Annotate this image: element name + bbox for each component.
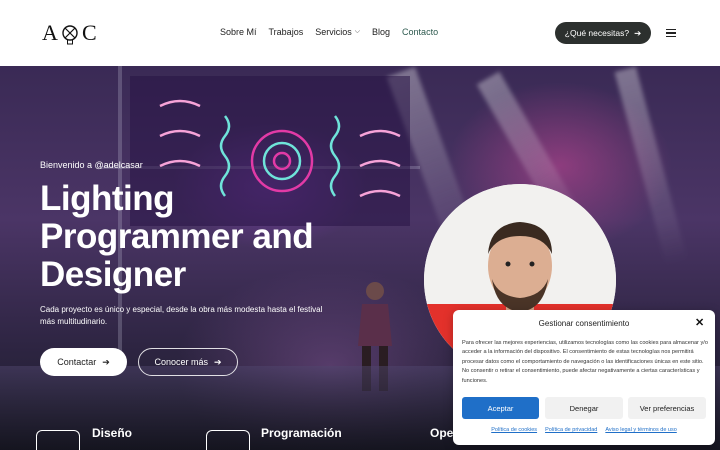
lightbulb-icon	[36, 430, 80, 450]
accept-button[interactable]: Aceptar	[462, 397, 539, 419]
nav-label: Servicios	[315, 27, 352, 37]
arrow-right-icon: ➔	[213, 356, 222, 367]
button-label: Contactar	[57, 357, 97, 367]
nav-label: Contacto	[402, 27, 439, 37]
cta-label: ¿Qué necesitas?	[564, 28, 630, 38]
close-icon[interactable]: ✕	[695, 318, 704, 329]
nav-contacto[interactable]: Contacto	[402, 27, 438, 37]
svg-text:C: C	[82, 20, 97, 45]
privacy-policy-link[interactable]: Política de privacidad	[545, 427, 597, 433]
consent-title: Gestionar consentimiento	[538, 319, 630, 328]
service-programacion[interactable]: Programación	[261, 426, 342, 440]
service-diseno[interactable]: Diseño	[92, 426, 132, 440]
nav-label: Trabajos	[268, 27, 304, 37]
light-beam	[614, 66, 688, 266]
cookie-policy-link[interactable]: Política de cookies	[491, 427, 537, 433]
svg-text:A: A	[42, 20, 58, 45]
nav-label: Blog	[372, 27, 391, 37]
legal-notice-link[interactable]: Aviso legal y términos de uso	[605, 427, 676, 433]
cookie-consent-dialog: Gestionar consentimiento ✕ Para ofrecer …	[453, 310, 715, 445]
consent-text: Para ofrecer las mejores experiencias, u…	[462, 340, 708, 384]
service-operacion[interactable]: Ope	[430, 426, 453, 440]
site-header: A C Sobre Mí Trabajos Servicios ⌵ Blog Co…	[0, 0, 720, 66]
logo-icon: A C	[42, 20, 97, 45]
nav-sobre-mi[interactable]: Sobre Mí	[220, 27, 257, 37]
site-logo[interactable]: A C	[42, 16, 98, 50]
nav-servicios[interactable]: Servicios ⌵	[315, 27, 360, 37]
que-necesitas-button[interactable]: ¿Qué necesitas? ➔	[555, 22, 651, 44]
contactar-button[interactable]: Contactar ➔	[40, 348, 127, 376]
main-nav: Sobre Mí Trabajos Servicios ⌵ Blog Contac…	[220, 27, 450, 37]
hamburger-menu-icon[interactable]	[666, 29, 676, 37]
nav-label: Sobre Mí	[220, 27, 257, 37]
consent-links: Política de cookies Política de privacid…	[453, 427, 715, 433]
hero-description: Cada proyecto es único y especial, desde…	[40, 305, 323, 326]
preferences-button[interactable]: Ver preferencias	[628, 397, 706, 419]
button-label: Conocer más	[154, 357, 208, 367]
deny-button[interactable]: Denegar	[545, 397, 623, 419]
arrow-right-icon: ➔	[102, 356, 110, 367]
nav-blog[interactable]: Blog	[372, 27, 390, 37]
conocer-mas-button[interactable]: Conocer más ➔	[138, 348, 238, 376]
arrow-right-icon: ➔	[634, 27, 642, 38]
laptop-code-icon	[206, 430, 250, 450]
nav-trabajos[interactable]: Trabajos	[269, 27, 304, 37]
hero-title: Lighting Programmer and Designer	[40, 179, 314, 294]
hero-welcome-text: Bienvenido a @adelcasar	[40, 160, 143, 170]
chevron-down-icon: ⌵	[354, 28, 361, 35]
